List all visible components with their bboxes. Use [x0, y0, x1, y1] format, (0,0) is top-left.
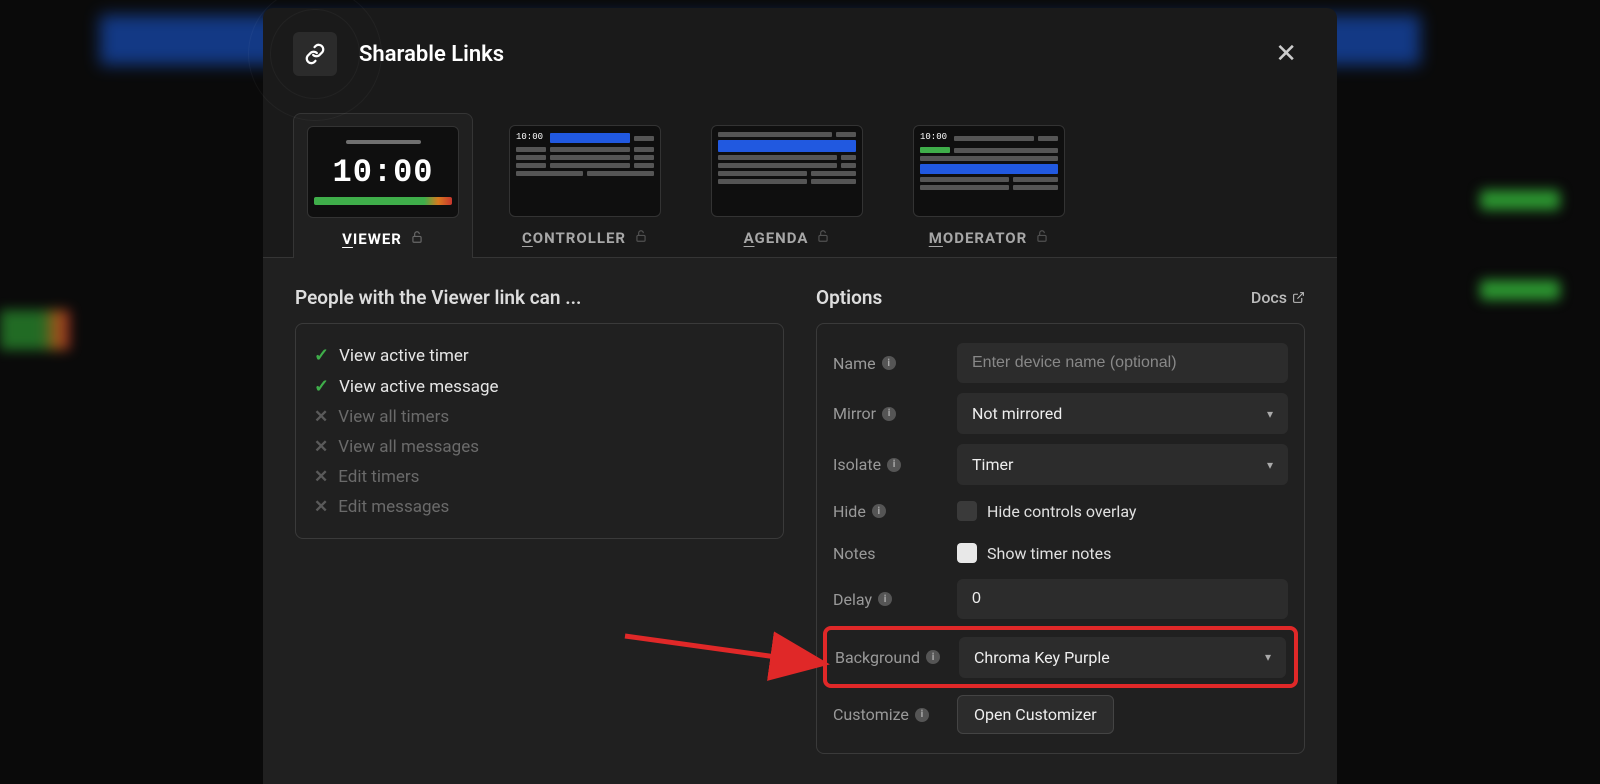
options-section: Options Docs Namei Mirrori Not mirrored▾… — [816, 286, 1305, 754]
tab-label-moderator: MODERATOR — [929, 229, 1050, 247]
tab-label-controller: CONTROLLER — [522, 229, 648, 247]
check-icon: ✓ — [314, 345, 329, 366]
x-icon: ✕ — [314, 467, 328, 487]
x-icon: ✕ — [314, 497, 328, 517]
info-icon[interactable]: i — [872, 504, 886, 518]
tab-moderator[interactable]: 10:00 MODERATOR — [899, 112, 1079, 258]
tab-agenda[interactable]: AGENDA — [697, 112, 877, 258]
preview-agenda — [711, 125, 863, 217]
permissions-list: ✓View active timer ✓View active message … — [295, 323, 784, 539]
check-icon: ✓ — [314, 376, 329, 397]
unlock-icon — [634, 229, 648, 247]
option-isolate-row: Isolatei Timer▾ — [833, 439, 1288, 490]
info-icon[interactable]: i — [887, 458, 901, 472]
tabs-row: 10:00 VIEWER 10:00 — [263, 100, 1337, 258]
permissions-section: People with the Viewer link can ... ✓Vie… — [295, 286, 784, 754]
mirror-select[interactable]: Not mirrored▾ — [957, 393, 1288, 434]
option-notes-row: Notes Show timer notes — [833, 532, 1288, 574]
unlock-icon — [410, 230, 424, 248]
checkbox-label: Show timer notes — [987, 544, 1111, 563]
option-label: Hidei — [833, 502, 945, 521]
preview-moderator: 10:00 — [913, 125, 1065, 217]
option-label: Namei — [833, 354, 945, 373]
option-background-row-highlighted: Backgroundi Chroma Key Purple▾ — [823, 626, 1298, 688]
tab-label-viewer: VIEWER — [342, 230, 424, 248]
permissions-heading: People with the Viewer link can ... — [295, 286, 784, 309]
chevron-down-icon: ▾ — [1265, 650, 1271, 664]
perm-item: ✕Edit messages — [314, 492, 765, 522]
x-icon: ✕ — [314, 437, 328, 457]
perm-item: ✓View active timer — [314, 340, 765, 371]
tab-label-agenda: AGENDA — [744, 229, 831, 247]
perm-item: ✕Edit timers — [314, 462, 765, 492]
modal-body: People with the Viewer link can ... ✓Vie… — [263, 257, 1337, 784]
unlock-icon — [816, 229, 830, 247]
close-button[interactable]: ✕ — [1267, 35, 1305, 73]
option-label: Backgroundi — [835, 648, 947, 667]
unlock-icon — [1035, 229, 1049, 247]
background-sidebar-accent — [0, 310, 70, 350]
option-name-row: Namei — [833, 338, 1288, 388]
chevron-down-icon: ▾ — [1267, 458, 1273, 472]
info-icon[interactable]: i — [882, 356, 896, 370]
name-input[interactable] — [957, 343, 1288, 383]
tab-controller[interactable]: 10:00 CONTROLLER — [495, 112, 675, 258]
option-mirror-row: Mirrori Not mirrored▾ — [833, 388, 1288, 439]
modal-header: Sharable Links ✕ — [263, 8, 1337, 100]
option-customize-row: Customizei Open Customizer — [833, 690, 1288, 739]
background-select[interactable]: Chroma Key Purple▾ — [959, 637, 1286, 678]
info-icon[interactable]: i — [882, 407, 896, 421]
background-accent — [1480, 190, 1560, 210]
preview-viewer: 10:00 — [307, 126, 459, 218]
option-label: Mirrori — [833, 404, 945, 423]
sharable-links-modal: Sharable Links ✕ 10:00 VIEWER 10:00 — [263, 8, 1337, 784]
preview-controller: 10:00 — [509, 125, 661, 217]
info-icon[interactable]: i — [926, 650, 940, 664]
option-label: Isolatei — [833, 455, 945, 474]
options-body: Namei Mirrori Not mirrored▾ Isolatei Tim… — [816, 323, 1305, 754]
open-customizer-button[interactable]: Open Customizer — [957, 695, 1114, 734]
option-label: Delayi — [833, 590, 945, 609]
background-accent — [1480, 280, 1560, 300]
delay-input[interactable] — [957, 579, 1288, 619]
perm-item: ✓View active message — [314, 371, 765, 402]
hide-checkbox[interactable] — [957, 501, 977, 521]
option-hide-row: Hidei Hide controls overlay — [833, 490, 1288, 532]
option-delay-row: Delayi — [833, 574, 1288, 624]
perm-item: ✕View all messages — [314, 432, 765, 462]
isolate-select[interactable]: Timer▾ — [957, 444, 1288, 485]
options-heading: Options Docs — [816, 286, 1305, 309]
tab-viewer[interactable]: 10:00 VIEWER — [293, 113, 473, 258]
option-label: Customizei — [833, 705, 945, 724]
preview-timer-text: 10:00 — [332, 154, 433, 191]
info-icon[interactable]: i — [915, 708, 929, 722]
option-label: Notes — [833, 544, 945, 563]
notes-checkbox[interactable] — [957, 543, 977, 563]
link-icon — [293, 32, 337, 76]
x-icon: ✕ — [314, 407, 328, 427]
chevron-down-icon: ▾ — [1267, 407, 1273, 421]
docs-link[interactable]: Docs — [1251, 288, 1305, 307]
modal-title: Sharable Links — [359, 42, 1267, 67]
checkbox-label: Hide controls overlay — [987, 502, 1136, 521]
info-icon[interactable]: i — [878, 592, 892, 606]
perm-item: ✕View all timers — [314, 402, 765, 432]
